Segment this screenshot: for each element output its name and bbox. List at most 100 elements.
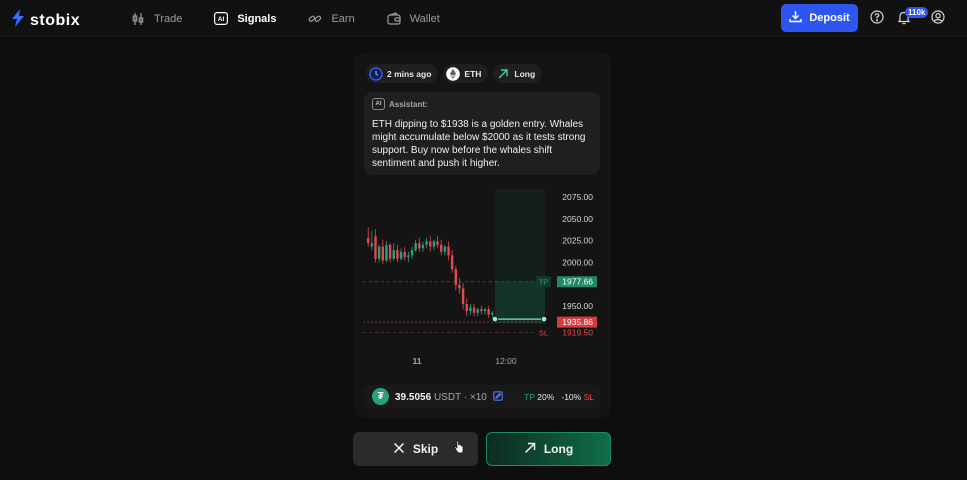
arrow-up-right-icon bbox=[524, 442, 536, 457]
amount-value: 39.5056 bbox=[395, 392, 432, 403]
nav-item-earn[interactable]: Earn bbox=[307, 11, 355, 27]
long-button[interactable]: Long bbox=[486, 432, 611, 466]
candle-body bbox=[487, 309, 490, 315]
brand-name: stobix bbox=[30, 11, 81, 29]
top-bar: stobix Trade AI Signals Earn Wallet Depo… bbox=[0, 0, 967, 37]
candle-body bbox=[418, 243, 421, 249]
price-chart[interactable]: 2075.002050.002025.002000.001950.001925.… bbox=[363, 186, 603, 382]
candle-body bbox=[440, 244, 443, 252]
ai-icon: AI bbox=[372, 98, 385, 110]
notification-badge: 110k bbox=[905, 7, 929, 18]
tp-tag: TP bbox=[539, 278, 549, 287]
candle-body bbox=[399, 251, 403, 259]
svg-text:AI: AI bbox=[218, 16, 225, 23]
candle-body bbox=[403, 251, 406, 258]
nav-label: Signals bbox=[237, 12, 277, 25]
candle-body bbox=[381, 246, 384, 261]
brand-logo[interactable]: stobix bbox=[11, 9, 80, 32]
candle-body bbox=[414, 243, 417, 251]
time-chip: 2 mins ago bbox=[366, 64, 439, 83]
tp-value: 1977.66 bbox=[562, 277, 593, 287]
y-tick-label: 2050.00 bbox=[562, 214, 593, 224]
signal-card: 2 mins ago ETH Long AI Assistant: ETH di… bbox=[354, 53, 611, 418]
user-icon[interactable] bbox=[931, 10, 947, 26]
long-label: Long bbox=[543, 442, 574, 456]
candle-body bbox=[421, 244, 425, 249]
sl-value: -10% bbox=[561, 392, 582, 402]
candle-body bbox=[432, 241, 436, 247]
tp-label: TP bbox=[524, 392, 535, 402]
help-icon[interactable] bbox=[870, 10, 886, 26]
x-tick-label: 12:00 bbox=[495, 356, 517, 366]
candle-body bbox=[429, 241, 432, 247]
candle-body bbox=[396, 250, 399, 259]
candle-body bbox=[454, 269, 457, 285]
y-tick-label: 2025.00 bbox=[562, 236, 593, 246]
close-icon bbox=[393, 442, 405, 457]
nav-label: Wallet bbox=[409, 12, 440, 25]
candle-body bbox=[367, 237, 370, 244]
candle-body bbox=[476, 309, 479, 313]
position-summary: ₮ 39.5056 USDT · ×10 TP 20% -10% SL bbox=[364, 385, 600, 409]
candle-body bbox=[458, 284, 461, 289]
time-label: 2 mins ago bbox=[387, 68, 432, 79]
trade-icon bbox=[130, 11, 146, 27]
amount-unit: USDT · ×10 bbox=[433, 392, 487, 403]
candle-body bbox=[472, 307, 476, 313]
x-tick-label: 11 bbox=[413, 356, 422, 366]
deposit-label: Deposit bbox=[809, 12, 850, 24]
signal-chips: 2 mins ago ETH Long bbox=[366, 64, 543, 83]
ethereum-icon bbox=[446, 66, 461, 81]
entry-marker bbox=[491, 315, 499, 323]
candle-body bbox=[447, 246, 450, 256]
candle-body bbox=[450, 255, 454, 270]
assistant-label: Assistant: bbox=[389, 99, 428, 109]
candle-body bbox=[483, 309, 487, 312]
download-icon bbox=[789, 10, 803, 26]
ai-icon: AI bbox=[213, 11, 229, 27]
y-tick-label: 2000.00 bbox=[562, 257, 593, 267]
nav-item-trade[interactable]: Trade bbox=[130, 11, 182, 27]
candle-body bbox=[443, 246, 447, 252]
clock-icon bbox=[369, 66, 383, 81]
candle-body bbox=[392, 250, 395, 259]
wallet-icon bbox=[386, 11, 402, 27]
asset-chip: ETH bbox=[443, 64, 489, 83]
asset-label: ETH bbox=[464, 68, 482, 79]
nav-item-signals[interactable]: AI Signals bbox=[213, 11, 276, 27]
tp-value: 20% bbox=[537, 392, 555, 402]
target-marker bbox=[540, 315, 548, 323]
candle-body bbox=[370, 243, 374, 247]
sl-label: SL bbox=[583, 392, 594, 402]
nav-item-wallet[interactable]: Wallet bbox=[386, 11, 440, 27]
candle-body bbox=[425, 241, 428, 245]
sl-value: 1919.50 bbox=[562, 327, 593, 337]
edit-icon[interactable] bbox=[492, 391, 503, 404]
y-tick-label: 1950.00 bbox=[562, 301, 593, 311]
candle-body bbox=[461, 288, 465, 305]
lightning-icon bbox=[11, 9, 25, 32]
candle-body bbox=[491, 312, 494, 315]
direction-chip: Long bbox=[493, 64, 543, 83]
candle-body bbox=[469, 307, 472, 312]
skip-label: Skip bbox=[412, 442, 439, 456]
candle-body bbox=[436, 241, 439, 245]
target-zone-fade bbox=[495, 189, 545, 282]
mouse-cursor-icon bbox=[454, 440, 464, 454]
deposit-button[interactable]: Deposit bbox=[781, 4, 858, 32]
direction-label: Long bbox=[514, 68, 536, 79]
candle-body bbox=[465, 304, 468, 312]
candle-body bbox=[388, 244, 392, 259]
main-nav: Trade AI Signals Earn Wallet bbox=[130, 0, 471, 37]
candle-body bbox=[377, 246, 381, 259]
profit-zone bbox=[495, 281, 545, 324]
earn-icon bbox=[307, 11, 323, 27]
current-price-value: 1935.86 bbox=[562, 317, 593, 327]
tp-sl-summary: TP 20% -10% SL bbox=[524, 392, 594, 402]
candle-body bbox=[374, 236, 377, 259]
sl-tag: SL bbox=[539, 328, 548, 337]
assistant-header: AI Assistant: bbox=[372, 98, 428, 110]
arrow-up-right-icon bbox=[496, 67, 510, 81]
candle-body bbox=[385, 244, 388, 261]
candle-body bbox=[410, 250, 414, 256]
